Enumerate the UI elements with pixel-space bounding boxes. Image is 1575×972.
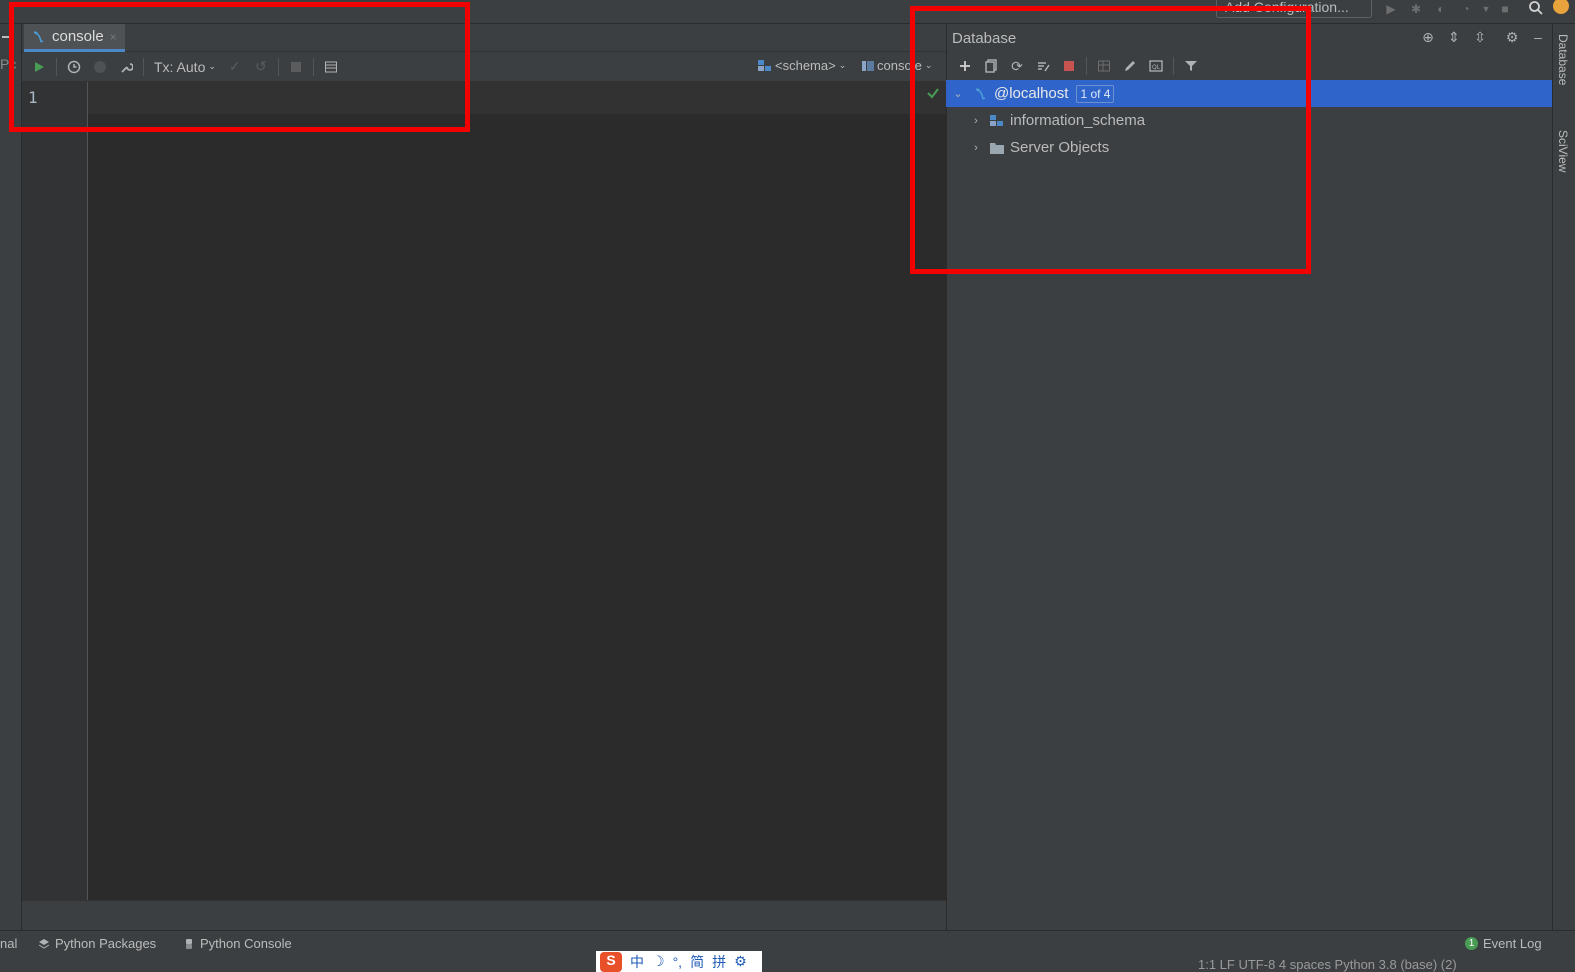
python-console-label: Python Console [200, 936, 292, 951]
schema-select[interactable]: <schema> ⌄ [758, 58, 846, 73]
python-packages-label: Python Packages [55, 936, 157, 951]
profile-icon[interactable]: ◔ [1458, 1, 1474, 17]
collapse-all-icon[interactable]: ⇳ [1471, 28, 1489, 46]
ime-mode[interactable]: 中 [630, 952, 644, 972]
ime-simplified[interactable]: 简 [690, 952, 704, 972]
annotation-box-database [910, 6, 1311, 274]
terminal-tab-label: nal [0, 936, 18, 951]
annotation-box-console [9, 2, 470, 132]
debug-icon[interactable]: ✱ [1408, 1, 1424, 17]
event-log-label: Event Log [1483, 936, 1542, 951]
ime-pinyin[interactable]: 拼 [712, 952, 726, 972]
expand-all-icon[interactable]: ⇕ [1445, 28, 1463, 46]
hide-panel-icon[interactable]: – [1529, 28, 1547, 46]
sogou-logo-icon[interactable]: S [600, 951, 622, 972]
ime-toolbar[interactable]: S 中 ☽ °, 简 拼 ⚙ [596, 951, 762, 972]
python-console-tab[interactable]: Python Console [183, 936, 292, 951]
locate-icon[interactable]: ⊕ [1419, 28, 1437, 46]
chevron-down-icon: ⌄ [838, 60, 847, 70]
coverage-icon[interactable]: ◐ [1433, 1, 1449, 17]
session-icon [862, 60, 874, 72]
stop-icon[interactable]: ■ [1497, 1, 1513, 17]
python-icon [183, 938, 195, 950]
run-icon[interactable]: ▶ [1383, 1, 1399, 17]
sql-editor[interactable] [22, 82, 946, 900]
ime-settings-icon[interactable]: ⚙ [734, 953, 747, 970]
layers-icon [38, 938, 50, 950]
run-dropdown-icon[interactable]: ▼ [1478, 1, 1494, 17]
sciview-side-tab[interactable]: SciView [1556, 130, 1570, 172]
line-number-gutter [22, 82, 88, 900]
database-side-tab[interactable]: Database [1556, 34, 1570, 85]
status-bar-info[interactable]: 1:1 LF UTF-8 4 spaces Python 3.8 (base) … [1198, 957, 1457, 972]
ime-punctuation[interactable]: °, [673, 954, 683, 970]
gear-icon[interactable]: ⚙ [1503, 28, 1521, 46]
left-tool-strip [0, 24, 22, 930]
editor-footer [22, 900, 946, 930]
terminal-tab-cut[interactable]: nal [0, 936, 17, 951]
search-icon[interactable] [1528, 0, 1544, 16]
ime-moon-icon[interactable]: ☽ [652, 953, 665, 970]
schema-label: <schema> [775, 58, 836, 73]
schema-icon [758, 59, 772, 72]
event-count-badge: 1 [1465, 937, 1478, 950]
event-log-tab[interactable]: 1 Event Log [1465, 936, 1542, 951]
python-packages-tab[interactable]: Python Packages [38, 936, 156, 951]
